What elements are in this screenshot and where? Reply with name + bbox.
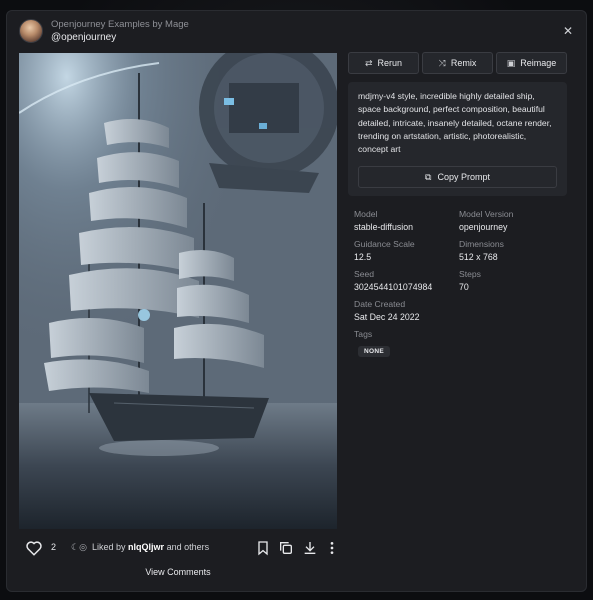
seed-value: 3024544101074984 — [354, 282, 433, 292]
model-value: stable-diffusion — [354, 222, 414, 232]
prompt-box: mdjmy-v4 style, incredible highly detail… — [348, 82, 567, 196]
model-label: Model — [354, 209, 378, 219]
guidance-scale-value: 12.5 — [354, 252, 372, 262]
image-footer: 2 ☾◎ Liked by nlqQljwr and others — [19, 537, 337, 559]
close-icon[interactable]: ✕ — [562, 25, 574, 37]
liked-by-text[interactable]: Liked by nlqQljwr and others — [92, 542, 209, 552]
view-comments-link[interactable]: View Comments — [19, 567, 337, 577]
remix-button[interactable]: ⤨ Remix — [422, 52, 493, 74]
copy-icon[interactable] — [278, 540, 294, 556]
heart-icon[interactable] — [25, 539, 43, 557]
image-detail-modal: Openjourney Examples by Mage @openjourne… — [6, 10, 587, 592]
rerun-label: Rerun — [377, 58, 403, 68]
ship-illustration — [19, 53, 337, 529]
model-version-label: Model Version — [459, 209, 514, 219]
reimage-button[interactable]: ▣ Reimage — [496, 52, 567, 74]
copy-prompt-label: Copy Prompt — [437, 172, 490, 182]
copy-icon: ⧉ — [425, 171, 432, 182]
bookmark-icon[interactable] — [255, 540, 271, 556]
dimensions-value: 512 x 768 — [459, 252, 498, 262]
image-actions: ⇄ Rerun ⤨ Remix ▣ Reimage — [348, 52, 568, 74]
tags-label: Tags — [354, 329, 373, 339]
model-version-value: openjourney — [459, 222, 508, 232]
date-created-value: Sat Dec 24 2022 — [354, 312, 420, 322]
seed-label: Seed — [354, 269, 375, 279]
username[interactable]: @openjourney — [51, 31, 189, 44]
like-count: 2 — [51, 542, 57, 552]
reimage-label: Reimage — [520, 58, 557, 68]
gallery-title[interactable]: Openjourney Examples by Mage — [51, 19, 189, 31]
avatar[interactable] — [19, 19, 43, 43]
liked-by-user[interactable]: nlqQljwr — [128, 542, 164, 552]
remix-label: Remix — [450, 58, 477, 68]
steps-label: Steps — [459, 269, 481, 279]
steps-value: 70 — [459, 282, 469, 292]
liked-by-suffix: and others — [166, 542, 210, 552]
liked-by-prefix: Liked by — [92, 542, 126, 552]
more-options-icon[interactable] — [324, 540, 340, 556]
copy-prompt-button[interactable]: ⧉ Copy Prompt — [358, 166, 557, 188]
image-icon: ▣ — [506, 57, 516, 68]
modal-header: Openjourney Examples by Mage @openjourne… — [19, 19, 574, 47]
date-created-label: Date Created — [354, 299, 406, 309]
prompt-text: mdjmy-v4 style, incredible highly detail… — [358, 91, 552, 155]
liker-avatars-icon: ☾◎ — [71, 542, 87, 552]
rerun-icon: ⇄ — [364, 57, 373, 68]
generated-image[interactable] — [19, 53, 337, 529]
header-text: Openjourney Examples by Mage @openjourne… — [51, 19, 189, 44]
tag-none: NONE — [358, 346, 390, 357]
dimensions-label: Dimensions — [459, 239, 504, 249]
download-icon[interactable] — [302, 540, 318, 556]
shuffle-icon: ⤨ — [438, 57, 446, 68]
guidance-scale-label: Guidance Scale — [354, 239, 415, 249]
rerun-button[interactable]: ⇄ Rerun — [348, 52, 419, 74]
